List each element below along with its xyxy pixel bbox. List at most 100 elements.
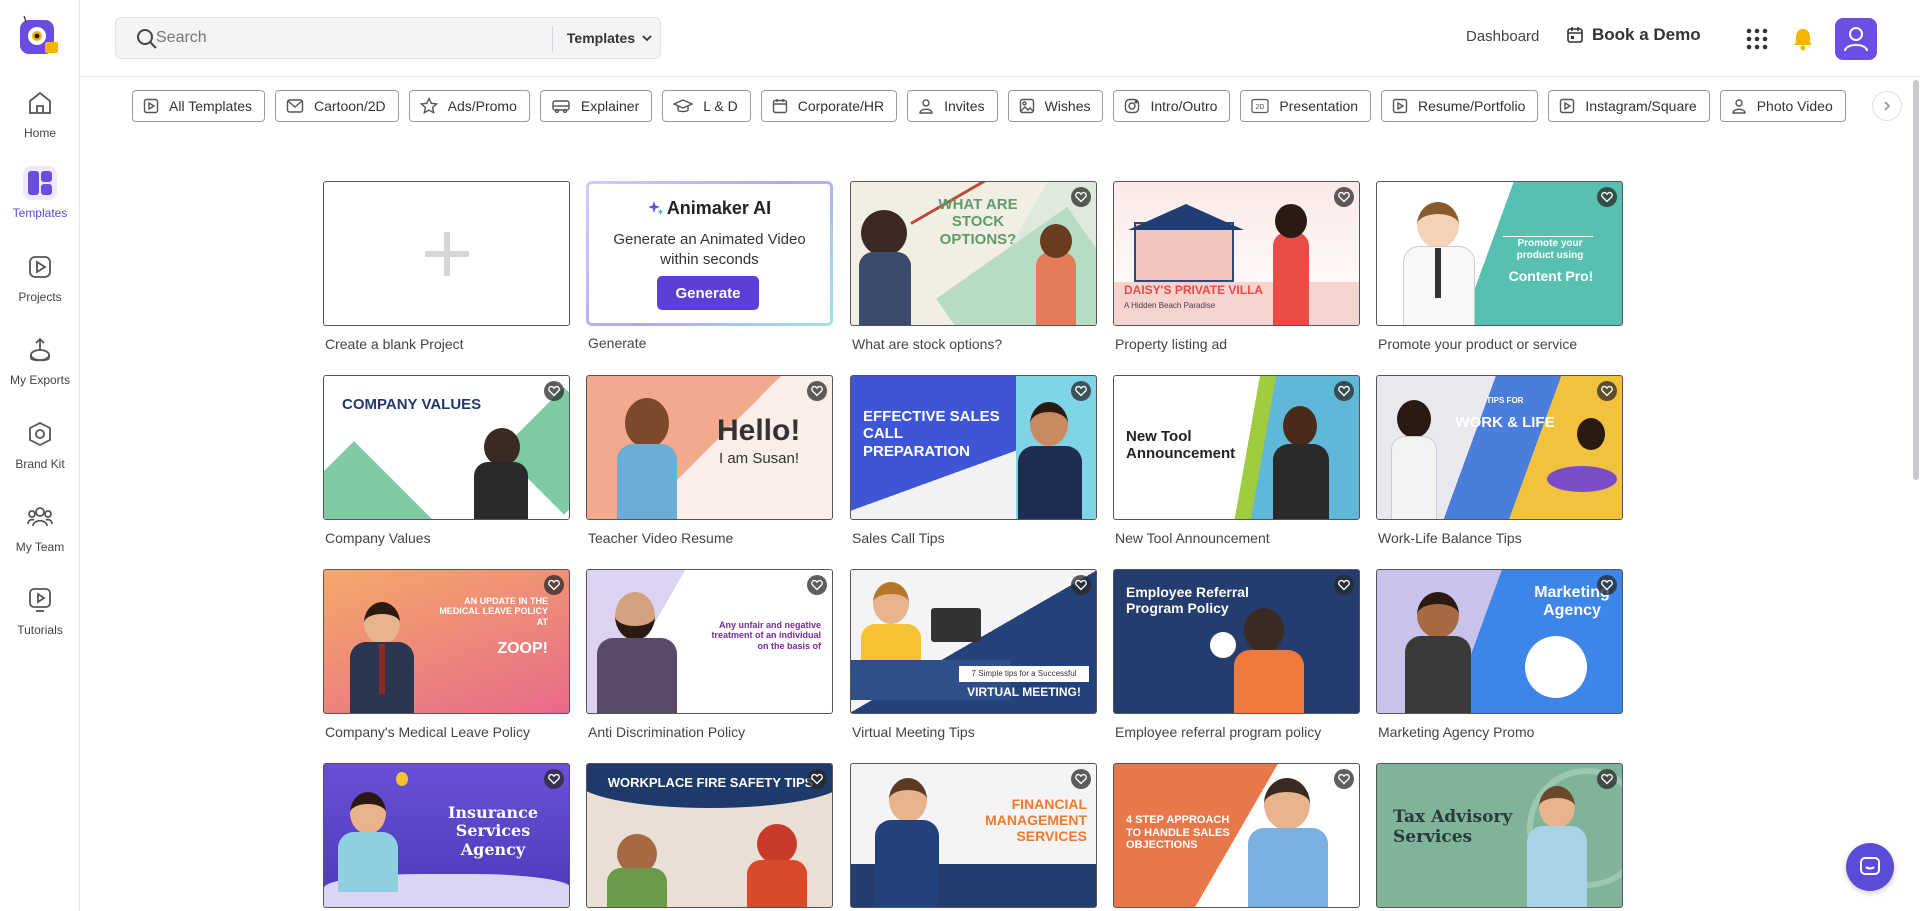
sidebar-item-projects[interactable]: Projects [0,250,80,320]
sidebar-item-brand-kit[interactable]: Brand Kit [0,417,80,487]
card-title: Create a blank Project [325,336,464,352]
favorite-heart-icon[interactable] [1071,381,1091,401]
favorite-heart-icon[interactable] [1334,187,1354,207]
category-instagram-square[interactable]: Instagram/Square [1548,90,1710,122]
generate-button[interactable]: Generate [657,276,759,310]
template-thumb: AN UPDATE IN THE MEDICAL LEAVE POLICY AT… [323,569,570,714]
blank-project-thumb[interactable] [323,181,570,326]
animaker-logo-icon[interactable] [18,14,60,56]
dashboard-link[interactable]: Dashboard [1466,28,1539,45]
chat-support-button[interactable] [1846,843,1894,891]
template-card[interactable]: Insurance Services Agency [323,763,570,908]
category-label: Instagram/Square [1585,98,1697,114]
thumb-text: WORK & LIFE [1455,414,1555,431]
thumb-text: EFFECTIVE SALES CALL PREPARATION [863,408,1000,460]
template-card[interactable]: AN UPDATE IN THE MEDICAL LEAVE POLICY AT… [323,569,570,740]
card-title: Company's Medical Leave Policy [325,724,530,740]
favorite-heart-icon[interactable] [1597,769,1617,789]
favorite-heart-icon[interactable] [1071,575,1091,595]
category-ads-promo[interactable]: Ads/Promo [408,90,530,122]
favorite-heart-icon[interactable] [1334,769,1354,789]
favorite-heart-icon[interactable] [1334,381,1354,401]
template-card[interactable]: EFFECTIVE SALES CALL PREPARATION Sales C… [850,375,1097,546]
notification-bell-icon[interactable] [1792,27,1814,56]
template-card[interactable]: Promote your product using Content Pro! … [1376,181,1623,352]
favorite-heart-icon[interactable] [1597,575,1617,595]
template-card[interactable]: WHAT ARE STOCK OPTIONS? What are stock o… [850,181,1097,352]
template-thumb: Hello! I am Susan! [586,375,833,520]
favorite-heart-icon[interactable] [1334,575,1354,595]
template-card[interactable]: COMPANY VALUES Company Values [323,375,570,546]
template-card[interactable]: 7 Simple tips for a Successful VIRTUAL M… [850,569,1097,740]
search-scope-dropdown[interactable]: Templates [562,18,658,58]
category-photo-video[interactable]: Photo Video [1719,90,1846,122]
user-avatar[interactable] [1835,18,1877,60]
favorite-heart-icon[interactable] [807,575,827,595]
card-title: Sales Call Tips [852,530,945,546]
template-card[interactable]: New Tool Announcement New Tool Announcem… [1113,375,1360,546]
favorite-heart-icon[interactable] [1597,381,1617,401]
template-thumb: Insurance Services Agency [323,763,570,908]
thumb-text: WHAT ARE STOCK OPTIONS? [938,196,1018,248]
sidebar-item-my-team[interactable]: My Team [0,500,80,570]
card-title: Teacher Video Resume [588,530,734,546]
search-divider [552,26,553,52]
search-input[interactable] [156,20,516,56]
favorite-heart-icon[interactable] [807,381,827,401]
category-presentation[interactable]: 2D Presentation [1240,90,1372,122]
category-resume-portfolio[interactable]: Resume/Portfolio [1381,90,1539,122]
book-demo-button[interactable]: Book a Demo [1566,25,1701,45]
template-card[interactable]: Employee Referral Program Policy Employe… [1113,569,1360,740]
favorite-heart-icon[interactable] [1071,769,1091,789]
sidebar: Home Templates Projects My Exports Brand… [0,0,80,911]
thumb-subtext: 7 Simple tips for a Successful [971,669,1077,678]
category-wishes[interactable]: Wishes [1007,90,1104,122]
category-cartoon-2d[interactable]: Cartoon/2D [275,90,399,122]
sidebar-item-my-exports[interactable]: My Exports [0,333,80,403]
thumb-text: Hello! [717,414,801,447]
thumb-text: Any unfair and negative treatment of an … [711,620,821,651]
favorite-heart-icon[interactable] [1597,187,1617,207]
thumb-subtext: A Hidden Beach Paradise [1124,301,1216,310]
apps-grid-icon[interactable] [1746,28,1768,55]
template-card[interactable]: 4 STEP APPROACH TO HANDLE SALES OBJECTIO… [1113,763,1360,908]
favorite-heart-icon[interactable] [544,769,564,789]
image-icon [1019,98,1034,114]
category-next-button[interactable] [1872,91,1902,121]
favorite-heart-icon[interactable] [807,769,827,789]
category-l-and-d[interactable]: L & D [662,90,751,122]
person-icon [919,99,933,114]
favorite-heart-icon[interactable] [1071,187,1091,207]
thumb-text: DAISY'S PRIVATE VILLA [1124,283,1264,297]
template-card[interactable]: Marketing Agency Marketing Agency Promo [1376,569,1623,740]
user-icon [1844,27,1868,52]
sidebar-item-tutorials[interactable]: Tutorials [0,583,80,653]
category-intro-outro[interactable]: Intro/Outro [1113,90,1231,122]
sidebar-item-templates[interactable]: Templates [0,166,80,236]
plus-icon [425,232,469,276]
template-card-ai[interactable]: Animaker AI Generate an Animated Video w… [586,181,833,351]
card-title: Generate [588,335,647,351]
favorite-heart-icon[interactable] [544,381,564,401]
home-icon [23,86,57,120]
template-card[interactable]: Hello! I am Susan! Teacher Video Resume [586,375,833,546]
sidebar-item-home[interactable]: Home [0,86,80,156]
category-corporate-hr[interactable]: Corporate/HR [760,90,898,122]
play-square-icon [1392,98,1408,114]
template-card[interactable]: DAISY'S PRIVATE VILLA A Hidden Beach Par… [1113,181,1360,352]
category-label: Presentation [1279,98,1359,114]
scrollbar-thumb[interactable] [1913,80,1919,480]
favorite-heart-icon[interactable] [544,575,564,595]
brand-kit-icon [23,417,57,451]
template-card[interactable]: FINANCIAL MANAGEMENT SERVICES [850,763,1097,908]
template-card[interactable]: TIPS FOR WORK & LIFE Work-Life Balance T… [1376,375,1623,546]
thumb-text: Tax Advisory Services [1393,807,1513,847]
template-card[interactable]: WORKPLACE FIRE SAFETY TIPS [586,763,833,908]
category-explainer[interactable]: Explainer [539,90,653,122]
category-invites[interactable]: Invites [907,90,998,122]
template-card[interactable]: Tax Advisory Services [1376,763,1623,908]
category-all-templates[interactable]: All Templates [132,90,266,122]
template-card[interactable]: Any unfair and negative treatment of an … [586,569,833,740]
ai-generate-thumb: Animaker AI Generate an Animated Video w… [586,181,833,326]
template-card[interactable]: Create a blank Project [323,181,570,352]
